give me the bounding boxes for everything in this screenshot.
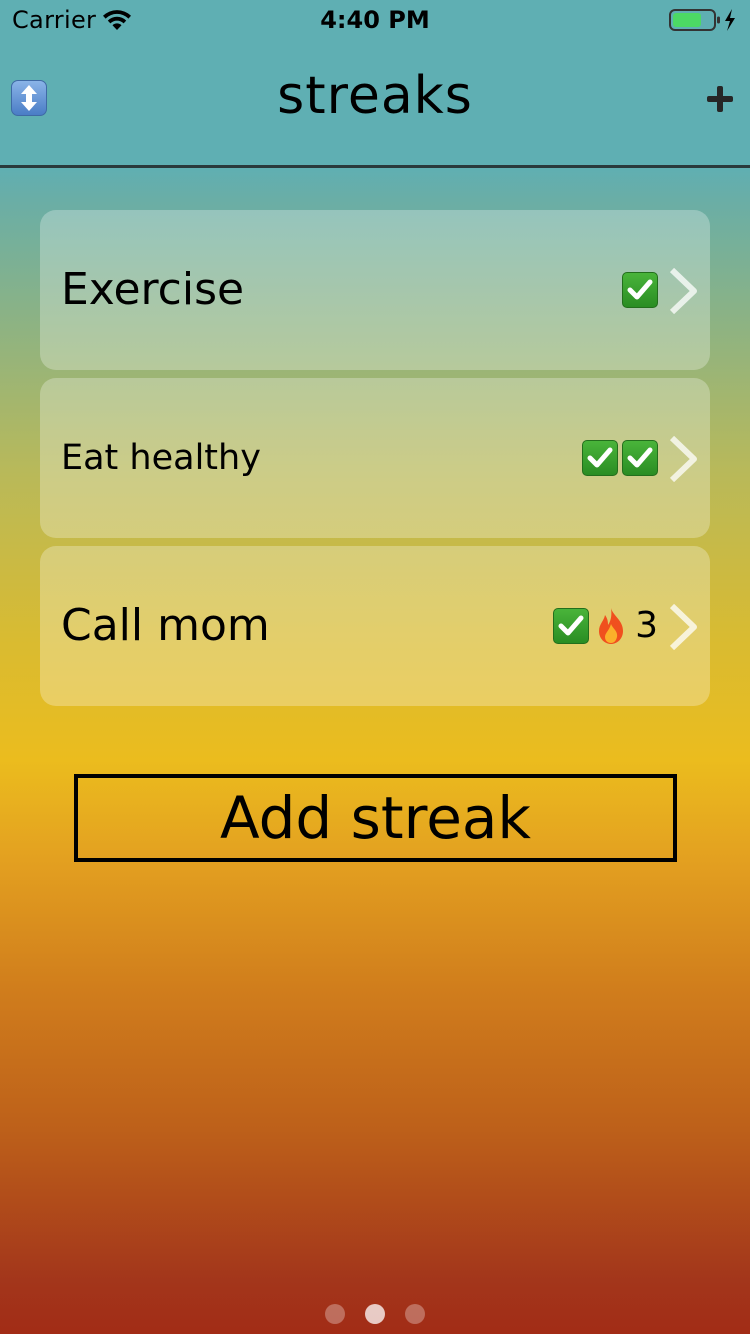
status-bar: Carrier 4:40 PM xyxy=(0,0,750,40)
check-mark-icon xyxy=(622,440,658,476)
plus-icon[interactable] xyxy=(704,83,736,115)
chevron-right-icon xyxy=(669,604,697,650)
streak-card[interactable]: Call mom 3 xyxy=(40,546,710,706)
check-mark-icon xyxy=(622,272,658,308)
streak-status: 3 xyxy=(553,546,658,706)
fire-icon xyxy=(599,608,624,644)
streak-name: Exercise xyxy=(61,264,245,315)
chevron-right-icon xyxy=(669,436,697,482)
page-dot-current[interactable] xyxy=(365,1304,385,1324)
page-dot[interactable] xyxy=(325,1304,345,1324)
streak-name: Eat healthy xyxy=(61,438,261,478)
nav-divider xyxy=(0,165,750,168)
streak-card[interactable]: Exercise xyxy=(40,210,710,370)
streak-name: Call mom xyxy=(61,600,270,651)
streak-card[interactable]: Eat healthy xyxy=(40,378,710,538)
streak-status xyxy=(582,378,658,538)
page-control[interactable] xyxy=(0,1304,750,1324)
check-mark-icon xyxy=(582,440,618,476)
page-title: streaks xyxy=(277,66,473,126)
streak-status xyxy=(622,210,658,370)
battery-icon xyxy=(669,9,735,31)
chevron-right-icon xyxy=(669,268,697,314)
streak-count: 3 xyxy=(635,605,658,646)
check-mark-icon xyxy=(553,608,590,644)
page-dot[interactable] xyxy=(405,1304,425,1324)
clock: 4:40 PM xyxy=(320,6,430,34)
add-streak-button[interactable]: Add streak xyxy=(74,774,677,862)
